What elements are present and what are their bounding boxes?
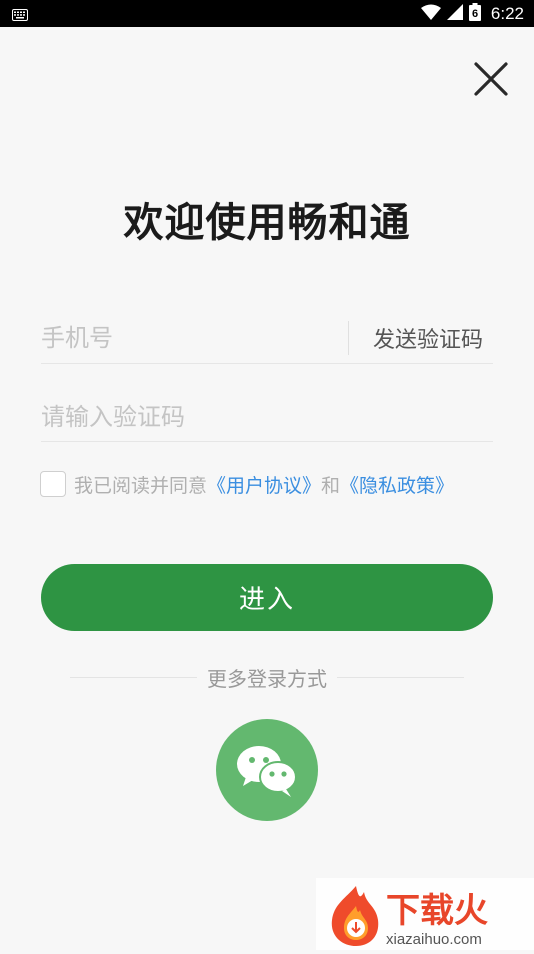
agreement-conjunction: 和 xyxy=(321,474,341,497)
code-field-row xyxy=(41,392,493,442)
status-bar: 6 6:22 xyxy=(0,0,534,27)
svg-text:6: 6 xyxy=(472,8,478,20)
verification-code-input[interactable] xyxy=(41,392,481,441)
phone-field-row: 发送验证码 xyxy=(41,313,493,364)
divider-line-right xyxy=(337,676,464,678)
close-icon xyxy=(474,62,508,96)
phone-input[interactable] xyxy=(41,313,331,363)
send-code-button[interactable]: 发送验证码 xyxy=(348,321,493,355)
clock: 6:22 xyxy=(490,3,524,23)
keyboard-icon xyxy=(12,6,28,25)
wechat-icon xyxy=(237,746,297,797)
more-login-divider: 更多登录方式 xyxy=(70,664,464,691)
page-title: 欢迎使用畅和通 xyxy=(123,200,411,246)
svg-text:xiazaihuo.com: xiazaihuo.com xyxy=(386,931,482,948)
close-button[interactable] xyxy=(470,58,512,100)
agreement-row: 我已阅读并同意 《用户协议》 和 《隐私政策》 xyxy=(40,470,454,498)
wechat-login-button[interactable] xyxy=(216,719,318,821)
divider-line-left xyxy=(70,676,197,678)
wifi-icon xyxy=(420,4,441,24)
svg-text:下载火: 下载火 xyxy=(386,891,488,931)
agreement-checkbox[interactable] xyxy=(40,471,66,497)
watermark-logo: 下载火 xiazaihuo.com xyxy=(316,878,534,950)
agreement-prefix: 我已阅读并同意 xyxy=(74,474,208,497)
signal-icon xyxy=(446,3,463,24)
enter-button[interactable]: 进入 xyxy=(41,564,493,631)
battery-icon: 6 xyxy=(468,2,481,25)
more-login-label: 更多登录方式 xyxy=(207,666,327,691)
privacy-policy-link[interactable]: 《隐私政策》 xyxy=(340,471,454,498)
user-agreement-link[interactable]: 《用户协议》 xyxy=(207,471,321,498)
